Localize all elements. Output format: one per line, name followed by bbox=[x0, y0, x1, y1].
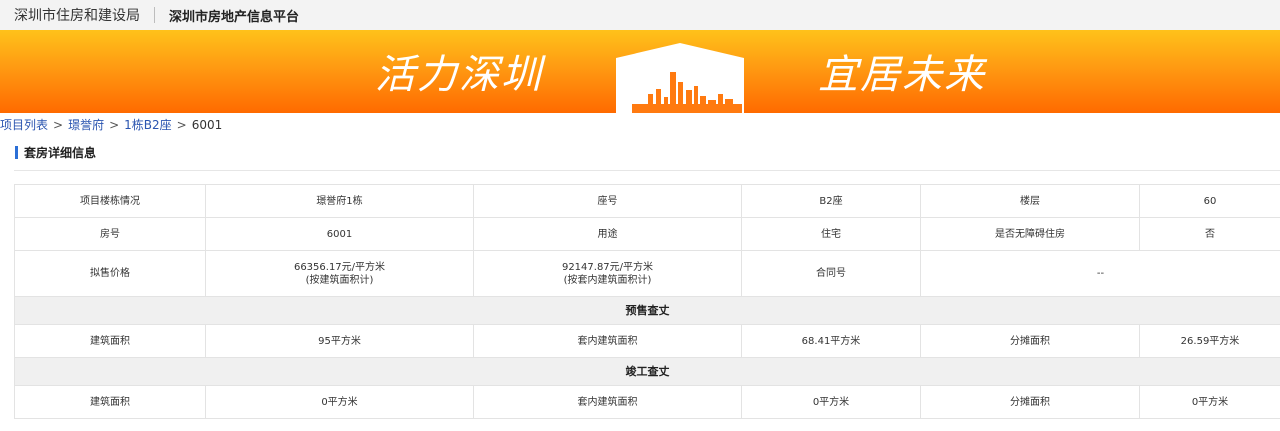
section-presale-survey: 预售查丈 bbox=[14, 296, 1280, 325]
value-completion-building-area: 0平方米 bbox=[205, 385, 474, 419]
price-building-area: 66356.17元/平方米 bbox=[293, 261, 386, 273]
breadcrumb-separator: > bbox=[176, 118, 187, 132]
label-room-number: 房号 bbox=[14, 217, 206, 251]
table-row: 房号 6001 用途 住宅 是否无障碍住房 否 bbox=[14, 217, 1280, 251]
value-usage: 住宅 bbox=[741, 217, 921, 251]
label-presale-shared-area: 分摊面积 bbox=[920, 324, 1140, 358]
breadcrumb-building[interactable]: 1栋B2座 bbox=[124, 118, 172, 132]
label-presale-inner-area: 套内建筑面积 bbox=[473, 324, 742, 358]
banner: 活力深圳 宜居未来 bbox=[0, 30, 1280, 113]
label-completion-building-area: 建筑面积 bbox=[14, 385, 206, 419]
label-block-number: 座号 bbox=[473, 184, 742, 218]
label-floor: 楼层 bbox=[920, 184, 1140, 218]
section-title-text: 套房详细信息 bbox=[24, 145, 97, 160]
label-accessible-housing: 是否无障碍住房 bbox=[920, 217, 1140, 251]
value-accessible-housing: 否 bbox=[1139, 217, 1280, 251]
price-inner-area: 92147.87元/平方米 bbox=[561, 261, 654, 273]
platform-name[interactable]: 深圳市房地产信息平台 bbox=[169, 6, 299, 25]
label-presale-building-area: 建筑面积 bbox=[14, 324, 206, 358]
table-row: 项目楼栋情况 璟誉府1栋 座号 B2座 楼层 60 bbox=[14, 184, 1280, 218]
header-divider bbox=[154, 7, 155, 23]
label-completion-inner-area: 套内建筑面积 bbox=[473, 385, 742, 419]
value-block-number: B2座 bbox=[741, 184, 921, 218]
breadcrumb-project[interactable]: 璟誉府 bbox=[68, 118, 104, 132]
section-divider bbox=[14, 170, 1280, 171]
city-skyline-icon bbox=[616, 43, 744, 113]
banner-slogan-left: 活力深圳 bbox=[375, 52, 543, 98]
top-header: 深圳市住房和建设局 深圳市房地产信息平台 bbox=[0, 0, 1280, 31]
department-name[interactable]: 深圳市住房和建设局 bbox=[14, 5, 140, 25]
section-title-marker bbox=[15, 145, 18, 159]
value-price-inner-area: 92147.87元/平方米 (按套内建筑面积计) bbox=[473, 250, 742, 297]
table-section-row: 竣工查丈 bbox=[14, 357, 1280, 386]
breadcrumb: 项目列表 > 璟誉府 >1栋B2座 >6001 bbox=[0, 116, 222, 133]
breadcrumb-separator: > bbox=[53, 118, 64, 132]
label-usage: 用途 bbox=[473, 217, 742, 251]
value-presale-inner-area: 68.41平方米 bbox=[741, 324, 921, 358]
label-building-status: 项目楼栋情况 bbox=[14, 184, 206, 218]
value-presale-building-area: 95平方米 bbox=[205, 324, 474, 358]
value-building-status: 璟誉府1栋 bbox=[205, 184, 474, 218]
label-proposed-price: 拟售价格 bbox=[14, 250, 206, 297]
price-inner-area-note: (按套内建筑面积计) bbox=[563, 274, 652, 286]
value-floor: 60 bbox=[1139, 184, 1280, 218]
section-title: 套房详细信息 bbox=[15, 145, 97, 160]
value-completion-inner-area: 0平方米 bbox=[741, 385, 921, 419]
value-room-number: 6001 bbox=[205, 217, 474, 251]
label-completion-shared-area: 分摊面积 bbox=[920, 385, 1140, 419]
table-section-row: 预售查丈 bbox=[14, 296, 1280, 325]
section-completion-survey: 竣工查丈 bbox=[14, 357, 1280, 386]
value-presale-shared-area: 26.59平方米 bbox=[1139, 324, 1280, 358]
breadcrumb-project-list[interactable]: 项目列表 bbox=[0, 118, 48, 132]
value-completion-shared-area: 0平方米 bbox=[1139, 385, 1280, 419]
banner-slogan-right: 宜居未来 bbox=[818, 52, 986, 98]
table-row: 建筑面积 0平方米 套内建筑面积 0平方米 分摊面积 0平方米 bbox=[14, 385, 1280, 419]
breadcrumb-current: 6001 bbox=[191, 118, 223, 132]
breadcrumb-separator: > bbox=[109, 118, 120, 132]
table-row: 拟售价格 66356.17元/平方米 (按建筑面积计) 92147.87元/平方… bbox=[14, 250, 1280, 297]
table-row: 建筑面积 95平方米 套内建筑面积 68.41平方米 分摊面积 26.59平方米 bbox=[14, 324, 1280, 358]
price-building-area-note: (按建筑面积计) bbox=[305, 274, 374, 286]
unit-detail-table: 项目楼栋情况 璟誉府1栋 座号 B2座 楼层 60 房号 6001 用途 住宅 … bbox=[14, 184, 1280, 419]
value-contract-number: -- bbox=[920, 250, 1280, 297]
value-price-building-area: 66356.17元/平方米 (按建筑面积计) bbox=[205, 250, 474, 297]
label-contract-number: 合同号 bbox=[741, 250, 921, 297]
